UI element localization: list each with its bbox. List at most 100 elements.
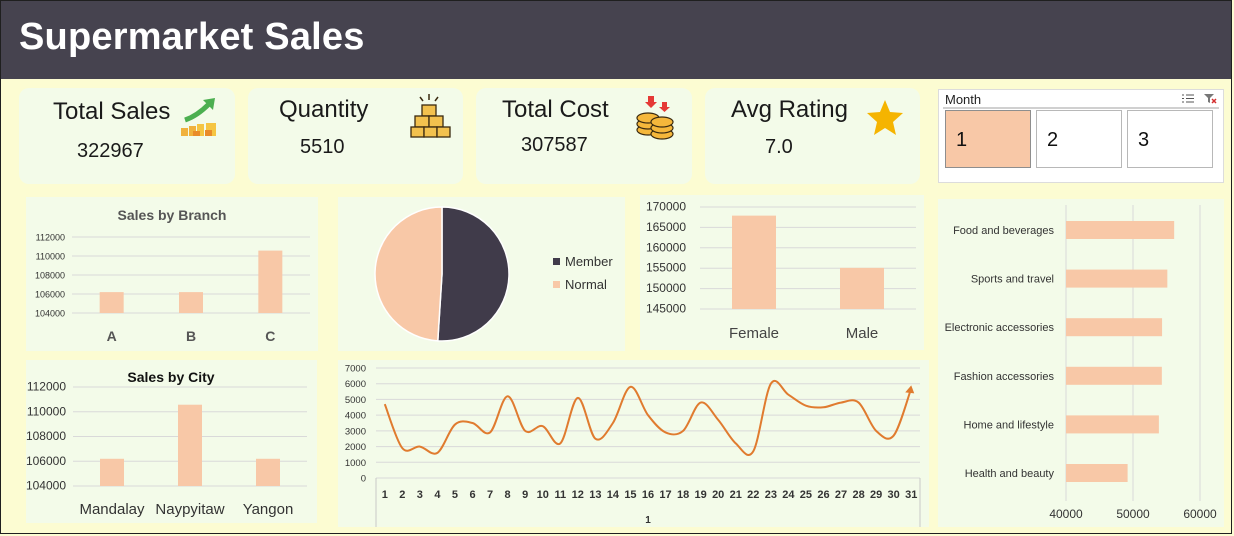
daily-chart-panel: 7000 6000 5000 4000 3000 2000 1000 0 1 2 3 4 5 6 7 8 9 10… — [338, 360, 929, 527]
month-slicer: Month 1 2 3 — [938, 89, 1224, 183]
category-label: C — [265, 328, 275, 344]
x-tick-label: 14 — [607, 489, 620, 501]
x-tick-label: 22 — [747, 489, 759, 501]
x-tick-label: 11 — [554, 489, 566, 501]
x-tick-label: 60000 — [1183, 507, 1217, 521]
x-tick-label: 26 — [817, 489, 829, 501]
x-tick-label: 18 — [677, 489, 689, 501]
kpi-value: 307587 — [521, 134, 588, 156]
customer-type-pie-chart: Member Normal — [374, 206, 613, 342]
x-tick-label: 20 — [712, 489, 724, 501]
category-label: Male — [846, 325, 879, 342]
kpi-label: Total Sales — [53, 98, 171, 125]
category-label: Female — [729, 325, 779, 342]
bar — [732, 215, 776, 309]
sales-by-branch-chart: Sales by Branch 112000 110000 108000 106000 1… — [35, 207, 310, 344]
x-tick-label: 9 — [522, 489, 528, 501]
kpi-value: 322967 — [77, 140, 144, 162]
sales-by-city-chart: Sales by City 112000 110000 108000 106000 104… — [26, 369, 307, 518]
category-label: Fashion accessories — [954, 371, 1055, 383]
y-tick-label: 0 — [361, 474, 366, 485]
kpi-value: 5510 — [300, 136, 345, 158]
y-tick-label: 1000 — [345, 458, 366, 469]
y-tick-label: 145000 — [646, 302, 686, 316]
y-tick-label: 5000 — [345, 395, 366, 406]
x-tick-label: 29 — [870, 489, 882, 501]
dashboard-title: Supermarket Sales — [19, 16, 365, 58]
category-label: Sports and travel — [971, 274, 1054, 286]
y-tick-label: 104000 — [35, 309, 65, 319]
x-tick-label: 25 — [800, 489, 812, 501]
x-tick-label: 10 — [537, 489, 549, 501]
product-chart-panel: 40000 50000 60000 Food and beverages Sports … — [938, 199, 1224, 527]
category-label: Naypyitaw — [155, 501, 224, 518]
category-label: Mandalay — [79, 501, 145, 518]
y-tick-label: 110000 — [36, 252, 65, 262]
bar — [1066, 269, 1168, 288]
y-tick-label: 6000 — [345, 379, 366, 390]
x-tick-label: 2 — [399, 489, 405, 501]
x-tick-label: 4 — [434, 489, 441, 501]
multi-select-icon[interactable] — [1181, 93, 1195, 104]
y-tick-label: 165000 — [646, 220, 686, 234]
x-axis-label: 1 — [645, 515, 651, 526]
bar — [1066, 318, 1163, 337]
bar — [99, 292, 124, 313]
daily-sales-line-chart: 700060005000400030002000100001 2 3 4 5 6 7 8 9 10… — [345, 364, 921, 527]
clear-filter-icon[interactable] — [1203, 93, 1217, 104]
legend-swatch — [553, 281, 560, 288]
x-tick-label: 7 — [487, 489, 493, 501]
y-tick-label: 7000 — [345, 364, 366, 375]
bar — [1066, 464, 1128, 482]
bar — [258, 250, 283, 313]
kpi-avg-rating: Avg Rating 7.0 — [705, 88, 920, 184]
kpi-total-sales: Total Sales 322967 — [19, 88, 235, 184]
kpi-quantity: Quantity 5510 — [248, 88, 463, 184]
bar — [179, 292, 203, 313]
rising-sales-icon — [181, 98, 216, 136]
slicer-item-3[interactable]: 3 — [1127, 110, 1213, 168]
y-tick-label: 108000 — [26, 429, 66, 443]
x-tick-label: 23 — [765, 489, 777, 501]
sales-by-gender-chart: 170000 165000 160000 155000 150000 145000 Fema… — [646, 200, 916, 342]
gender-chart-panel: 170000 165000 160000 155000 150000 145000 Fema… — [640, 195, 924, 350]
category-label: B — [186, 328, 196, 344]
x-tick-label: 6 — [469, 489, 475, 501]
kpi-total-cost: Total Cost 307587 — [476, 88, 692, 184]
y-tick-label: 4000 — [345, 411, 366, 422]
x-tick-label: 12 — [572, 489, 584, 501]
y-tick-label: 150000 — [646, 281, 686, 295]
bar — [1066, 415, 1159, 434]
y-tick-label: 104000 — [26, 479, 66, 493]
y-tick-label: 112000 — [36, 233, 65, 243]
x-tick-label: 27 — [835, 489, 847, 501]
y-tick-label: 112000 — [27, 380, 66, 394]
slicer-item-1[interactable]: 1 — [945, 110, 1031, 168]
series-line — [383, 379, 913, 456]
coins-icon — [636, 96, 674, 140]
x-tick-label: 5 — [452, 489, 458, 501]
bar — [1066, 221, 1175, 239]
chart-title: Sales by City — [127, 369, 214, 385]
star-icon — [867, 100, 903, 135]
x-tick-label: 19 — [695, 489, 707, 501]
stacked-boxes-icon — [410, 94, 451, 138]
category-label: A — [107, 328, 117, 344]
bar — [178, 404, 202, 486]
category-label: Health and beauty — [965, 468, 1055, 480]
x-tick-label: 28 — [852, 489, 864, 501]
category-label: Home and lifestyle — [964, 419, 1055, 431]
category-label: Electronic accessories — [945, 322, 1055, 334]
legend-label: Normal — [565, 277, 607, 292]
y-tick-label: 160000 — [646, 240, 686, 254]
branch-chart-panel: Sales by Branch 112000 110000 108000 106000 1… — [26, 197, 318, 351]
kpi-label: Avg Rating — [731, 96, 848, 123]
category-label: Food and beverages — [953, 225, 1054, 237]
x-tick-label: 40000 — [1049, 507, 1083, 521]
slicer-divider — [943, 107, 1219, 109]
x-tick-label: 15 — [624, 489, 636, 501]
slicer-item-2[interactable]: 2 — [1036, 110, 1122, 168]
customer-chart-panel: Member Normal — [338, 197, 625, 351]
bar — [1066, 366, 1162, 385]
x-tick-label: 17 — [659, 489, 671, 501]
